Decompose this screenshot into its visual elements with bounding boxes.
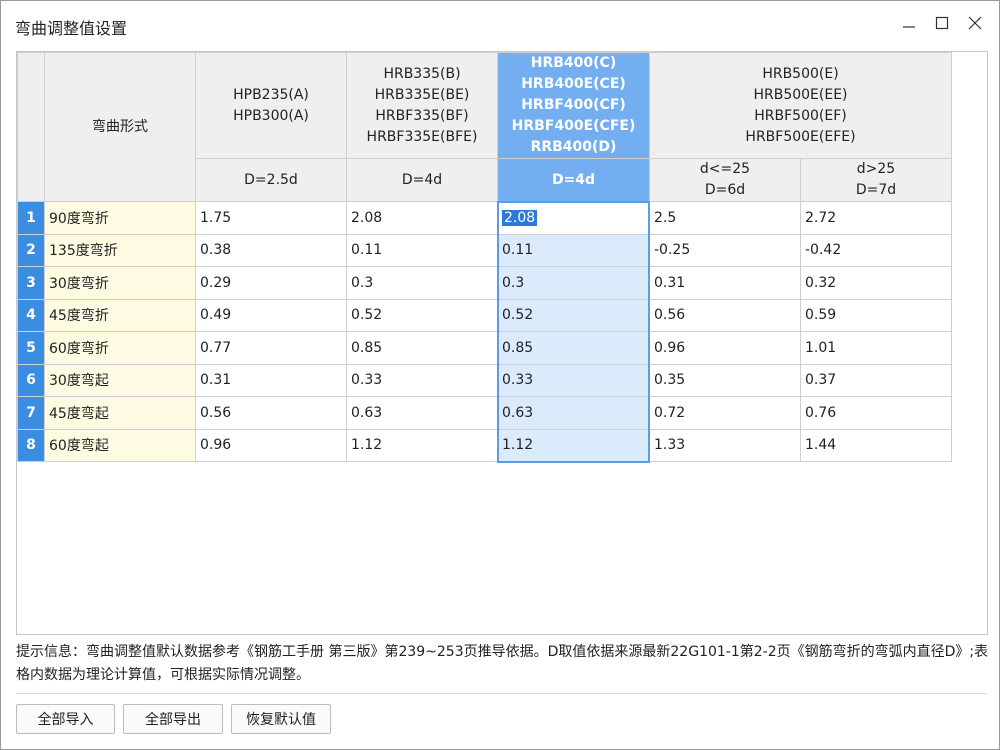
cell-editor[interactable]: 2.08: [502, 209, 538, 226]
table-row: 1 90度弯折 1.75 2.08 2.08 2.5 2.72: [17, 201, 952, 235]
adjustment-grid: 弯曲形式 HPB235(A) HPB300(A) HRB335(B) HRB33…: [16, 51, 988, 635]
restore-defaults-button[interactable]: 恢复默认值: [231, 704, 331, 734]
bend-shape-cell: 90度弯折: [44, 201, 196, 235]
table-row: 7 45度弯起 0.56 0.63 0.63 0.72 0.76: [17, 396, 952, 430]
value-cell[interactable]: 0.31: [649, 266, 801, 300]
row-number[interactable]: 8: [17, 428, 45, 462]
table-row: 6 30度弯起 0.31 0.33 0.33 0.35 0.37: [17, 363, 952, 397]
import-all-button[interactable]: 全部导入: [16, 704, 115, 734]
row-number[interactable]: 4: [17, 298, 45, 332]
value-cell[interactable]: 1.75: [195, 201, 347, 235]
value-cell[interactable]: 0.85: [346, 331, 498, 365]
value-cell[interactable]: 1.44: [800, 428, 952, 462]
value-cell[interactable]: 0.52: [497, 298, 650, 332]
row-number[interactable]: 2: [17, 233, 45, 267]
row-number[interactable]: 6: [17, 363, 45, 397]
value-cell[interactable]: 0.56: [195, 396, 347, 430]
row-number[interactable]: 1: [17, 201, 45, 235]
grade-group-hrb400[interactable]: HRB400(C) HRB400E(CE) HRBF400(CF) HRBF40…: [497, 52, 650, 159]
value-cell[interactable]: 0.49: [195, 298, 347, 332]
table-row: 8 60度弯起 0.96 1.12 1.12 1.33 1.44: [17, 428, 952, 462]
hint-text: 提示信息：弯曲调整值默认数据参考《钢筋工手册 第三版》第239~253页推导依据…: [16, 644, 989, 683]
value-cell[interactable]: 2.08: [497, 201, 650, 235]
export-all-button[interactable]: 全部导出: [123, 704, 223, 734]
value-cell[interactable]: 0.38: [195, 233, 347, 267]
value-cell[interactable]: 0.33: [346, 363, 498, 397]
bend-shape-cell: 60度弯折: [44, 331, 196, 365]
value-cell[interactable]: 0.72: [649, 396, 801, 430]
dialog-window: 弯曲调整值设置 弯曲形式 HPB235(A) HPB300(A) HRB335(…: [0, 0, 1000, 750]
adjustment-table: 弯曲形式 HPB235(A) HPB300(A) HRB335(B) HRB33…: [17, 52, 952, 462]
value-cell[interactable]: 0.63: [346, 396, 498, 430]
maximize-icon[interactable]: [930, 11, 954, 35]
value-cell[interactable]: 1.12: [346, 428, 498, 462]
title-bar: 弯曲调整值设置: [1, 1, 999, 49]
value-cell[interactable]: 0.32: [800, 266, 952, 300]
value-cell[interactable]: 0.29: [195, 266, 347, 300]
value-cell[interactable]: 0.96: [649, 331, 801, 365]
divider: [16, 693, 986, 694]
value-cell[interactable]: 0.59: [800, 298, 952, 332]
sub-header: D=4d: [346, 158, 498, 202]
sub-header[interactable]: D=4d: [497, 158, 650, 202]
value-cell[interactable]: -0.25: [649, 233, 801, 267]
value-cell[interactable]: 0.96: [195, 428, 347, 462]
table-row: 3 30度弯折 0.29 0.3 0.3 0.31 0.32: [17, 266, 952, 300]
value-cell[interactable]: 1.33: [649, 428, 801, 462]
value-cell[interactable]: 0.35: [649, 363, 801, 397]
table-row: 2 135度弯折 0.38 0.11 0.11 -0.25 -0.42: [17, 233, 952, 267]
corner-header: [17, 52, 45, 202]
table-row: 4 45度弯折 0.49 0.52 0.52 0.56 0.59: [17, 298, 952, 332]
row-number[interactable]: 7: [17, 396, 45, 430]
window-title: 弯曲调整值设置: [15, 19, 128, 38]
minimize-icon[interactable]: [897, 11, 921, 35]
value-cell[interactable]: 0.77: [195, 331, 347, 365]
sub-header: d>25 D=7d: [800, 158, 952, 202]
value-cell[interactable]: 0.31: [195, 363, 347, 397]
close-icon[interactable]: [963, 11, 987, 35]
value-cell[interactable]: -0.42: [800, 233, 952, 267]
value-cell[interactable]: 1.12: [497, 428, 650, 462]
table-row: 5 60度弯折 0.77 0.85 0.85 0.96 1.01: [17, 331, 952, 365]
bend-shape-cell: 60度弯起: [44, 428, 196, 462]
grade-group-hrb335: HRB335(B) HRB335E(BE) HRBF335(BF) HRBF33…: [346, 52, 498, 159]
value-cell[interactable]: 0.76: [800, 396, 952, 430]
bend-shape-cell: 45度弯折: [44, 298, 196, 332]
bend-shape-cell: 30度弯起: [44, 363, 196, 397]
value-cell[interactable]: 0.56: [649, 298, 801, 332]
value-cell[interactable]: 0.11: [497, 233, 650, 267]
value-cell[interactable]: 2.08: [346, 201, 498, 235]
sub-header: d<=25 D=6d: [649, 158, 801, 202]
value-cell[interactable]: 0.52: [346, 298, 498, 332]
value-cell[interactable]: 1.01: [800, 331, 952, 365]
value-cell[interactable]: 0.11: [346, 233, 498, 267]
value-cell[interactable]: 0.33: [497, 363, 650, 397]
value-cell[interactable]: 0.37: [800, 363, 952, 397]
row-number[interactable]: 5: [17, 331, 45, 365]
grade-group-hpb: HPB235(A) HPB300(A): [195, 52, 347, 159]
grade-group-hrb500: HRB500(E) HRB500E(EE) HRBF500(EF) HRBF50…: [649, 52, 952, 159]
value-cell[interactable]: 0.63: [497, 396, 650, 430]
value-cell[interactable]: 0.3: [497, 266, 650, 300]
value-cell[interactable]: 0.3: [346, 266, 498, 300]
value-cell[interactable]: 2.5: [649, 201, 801, 235]
value-cell[interactable]: 0.85: [497, 331, 650, 365]
row-number[interactable]: 3: [17, 266, 45, 300]
bend-shape-cell: 30度弯折: [44, 266, 196, 300]
bend-shape-cell: 135度弯折: [44, 233, 196, 267]
shape-column-header: 弯曲形式: [44, 52, 196, 202]
bend-shape-cell: 45度弯起: [44, 396, 196, 430]
value-cell[interactable]: 2.72: [800, 201, 952, 235]
sub-header: D=2.5d: [195, 158, 347, 202]
